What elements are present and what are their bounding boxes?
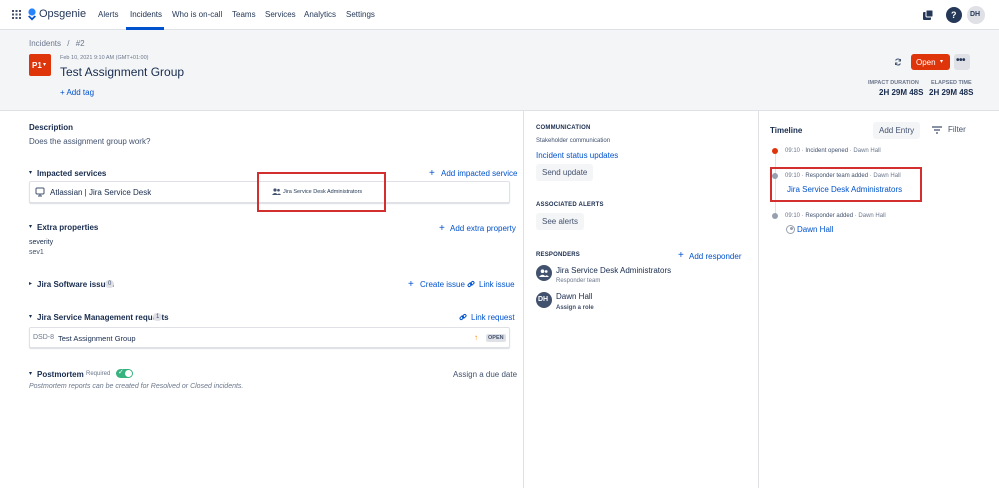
timeline-entry: 09:10 · Responder added · Dawn Hall — [785, 213, 886, 219]
extra-properties-label: Extra properties — [37, 223, 99, 232]
timeline-dot — [772, 148, 778, 154]
communication-label: COMMUNICATION — [536, 125, 591, 131]
top-navigation: Opsgenie Alerts Incidents Who is on-call… — [0, 0, 999, 30]
highlight-box — [257, 172, 386, 212]
chevron-down-icon[interactable]: ▾ — [29, 313, 32, 320]
jira-software-issues-label: Jira Software issues — [37, 280, 115, 289]
see-alerts-button[interactable]: See alerts — [536, 213, 585, 230]
team-icon — [539, 269, 549, 277]
add-responder-link[interactable]: Add responder — [689, 252, 741, 261]
required-toggle[interactable]: ✓ — [116, 369, 133, 378]
send-update-button[interactable]: Send update — [536, 164, 594, 181]
filter-icon[interactable] — [932, 126, 942, 134]
breadcrumb-id: #2 — [75, 39, 85, 48]
app-switcher-icon[interactable] — [12, 10, 21, 19]
refresh-icon[interactable] — [894, 58, 902, 66]
mobile-app-icon[interactable] — [922, 9, 934, 21]
chevron-right-icon[interactable]: ▸ — [29, 280, 32, 287]
column-divider — [523, 111, 524, 488]
nav-teams[interactable]: Teams — [232, 10, 256, 19]
chevron-down-icon[interactable]: ▾ — [29, 223, 32, 230]
more-icon: ••• — [956, 55, 966, 66]
service-icon — [35, 187, 45, 197]
app-name[interactable]: Opsgenie — [39, 8, 86, 20]
responders-label: RESPONDERS — [536, 252, 581, 258]
timeline-user-link[interactable]: Dawn Hall — [797, 225, 833, 234]
column-divider — [758, 111, 759, 488]
postmortem-label: Postmortem — [37, 370, 84, 379]
timeline-entry: 09:10 · Incident opened · Dawn Hall — [785, 148, 881, 154]
timeline-dot — [772, 213, 778, 219]
plus-icon[interactable]: + — [439, 223, 445, 234]
highlight-box — [770, 167, 922, 202]
plus-icon[interactable]: + — [408, 279, 414, 290]
user-icon — [786, 225, 795, 234]
incident-header: Incidents / #2 P1 ▾ Feb 10, 2021 9:10 AM… — [0, 30, 999, 111]
assign-role-link[interactable]: Assign a role — [556, 305, 594, 311]
status-dropdown[interactable]: Open ▾ — [911, 54, 950, 70]
associated-alerts-label: ASSOCIATED ALERTS — [536, 202, 604, 208]
incident-status-updates-link[interactable]: Incident status updates — [536, 151, 618, 160]
check-icon: ✓ — [118, 369, 124, 376]
description-text: Does the assignment group work? — [29, 137, 151, 146]
timeline-label: Timeline — [770, 126, 803, 135]
responder-role: Responder team — [556, 278, 601, 284]
status-badge: OPEN — [486, 334, 506, 342]
property-value: sev1 — [29, 249, 44, 256]
incident-date: Feb 10, 2021 9:10 AM (GMT+01:00) — [60, 55, 149, 61]
add-impacted-service-link[interactable]: Add impacted service — [441, 169, 517, 178]
link-issue-link[interactable]: Link issue — [479, 280, 515, 289]
nav-services[interactable]: Services — [265, 10, 296, 19]
filter-button[interactable]: Filter — [948, 125, 966, 134]
link-icon[interactable] — [467, 280, 475, 288]
priority-badge[interactable]: P1 ▾ — [29, 54, 51, 76]
team-avatar — [536, 265, 552, 281]
plus-icon[interactable]: + — [678, 250, 684, 261]
create-issue-link[interactable]: Create issue — [420, 280, 465, 289]
impact-duration-label: IMPACT DURATION — [868, 80, 919, 86]
add-entry-button[interactable]: Add Entry — [873, 122, 921, 139]
nav-alerts[interactable]: Alerts — [98, 10, 118, 19]
description-label: Description — [29, 123, 74, 132]
request-key[interactable]: DSD-8 — [33, 334, 54, 341]
chevron-down-icon[interactable]: ▾ — [29, 370, 32, 377]
opsgenie-logo-icon[interactable] — [27, 8, 37, 21]
priority-arrow-icon: ↑ — [474, 333, 478, 342]
plus-icon[interactable]: + — [429, 168, 435, 179]
nav-incidents[interactable]: Incidents — [130, 10, 162, 19]
stakeholder-communication-label: Stakeholder communication — [536, 138, 611, 144]
elapsed-time-value: 2H 29M 48S — [929, 88, 974, 97]
impact-duration-value: 2H 29M 48S — [879, 88, 924, 97]
request-summary[interactable]: Test Assignment Group — [58, 334, 136, 343]
responder-name[interactable]: Jira Service Desk Administrators — [556, 266, 671, 275]
add-tag-link[interactable]: + Add tag — [60, 88, 94, 97]
breadcrumb: Incidents / #2 — [29, 39, 85, 48]
nav-who-is-on-call[interactable]: Who is on-call — [172, 10, 222, 19]
postmortem-note: Postmortem reports can be created for Re… — [29, 383, 244, 390]
impacted-services-label: Impacted services — [37, 169, 107, 178]
chevron-down-icon[interactable]: ▾ — [29, 169, 32, 176]
nav-analytics[interactable]: Analytics — [304, 10, 336, 19]
assign-due-date-link[interactable]: Assign a due date — [453, 370, 517, 379]
elapsed-time-label: ELAPSED TIME — [931, 80, 972, 86]
property-key: severity — [29, 239, 54, 246]
breadcrumb-incidents[interactable]: Incidents — [29, 39, 61, 48]
add-extra-property-link[interactable]: Add extra property — [450, 224, 516, 233]
nav-settings[interactable]: Settings — [346, 10, 375, 19]
avatar[interactable]: DH — [967, 6, 985, 24]
jsm-requests-label: Jira Service Management requests — [37, 313, 169, 322]
link-request-link[interactable]: Link request — [471, 313, 515, 322]
impacted-service-name[interactable]: Atlassian | Jira Service Desk — [50, 188, 151, 197]
jsm-request-row[interactable]: DSD-8 Test Assignment Group ↑ OPEN — [29, 327, 510, 348]
more-actions-button[interactable]: ••• — [954, 54, 970, 70]
page-title: Test Assignment Group — [60, 65, 185, 79]
chevron-down-icon: ▾ — [940, 59, 944, 65]
required-label: Required — [86, 371, 111, 377]
link-icon[interactable] — [459, 313, 467, 321]
responder-name[interactable]: Dawn Hall — [556, 292, 592, 301]
chevron-down-icon: ▾ — [43, 62, 47, 68]
help-icon[interactable]: ? — [946, 7, 962, 23]
avatar: DH — [536, 292, 552, 308]
